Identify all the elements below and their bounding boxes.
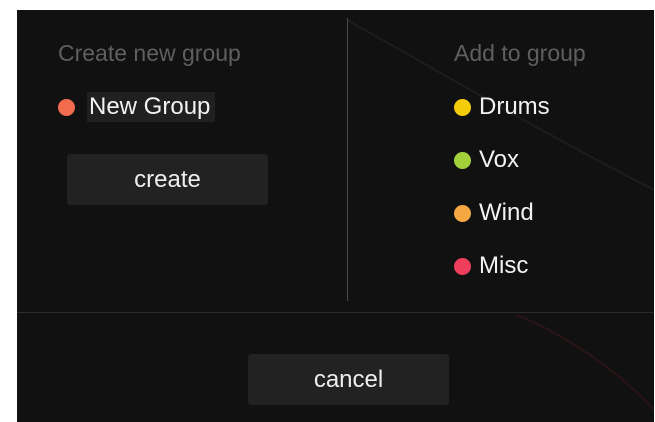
- group-item-vox[interactable]: Vox: [454, 145, 550, 175]
- section-divider: [347, 18, 348, 301]
- group-name-input[interactable]: [87, 92, 215, 122]
- create-button[interactable]: create: [67, 154, 268, 205]
- group-dialog: Create new group create Add to group Dru…: [17, 10, 654, 422]
- add-to-group-heading: Add to group: [454, 40, 586, 66]
- new-group-color-dot-icon[interactable]: [58, 98, 75, 116]
- group-color-dot-icon: [454, 257, 471, 275]
- create-group-heading: Create new group: [58, 40, 241, 66]
- add-to-group-section: Add to group Drums Vox Wind Misc: [349, 10, 654, 302]
- group-color-dot-icon: [454, 151, 471, 169]
- cancel-button[interactable]: cancel: [248, 354, 449, 405]
- group-list: Drums Vox Wind Misc: [454, 92, 550, 304]
- group-item-misc[interactable]: Misc: [454, 251, 550, 281]
- group-color-dot-icon: [454, 98, 471, 116]
- create-group-section: Create new group create: [17, 10, 348, 302]
- group-label: Vox: [479, 146, 520, 173]
- group-label: Wind: [479, 199, 534, 226]
- group-label: Drums: [479, 93, 550, 120]
- group-item-wind[interactable]: Wind: [454, 198, 550, 228]
- group-color-dot-icon: [454, 204, 471, 222]
- new-group-row: [58, 92, 215, 122]
- footer-divider: [17, 312, 654, 313]
- group-label: Misc: [479, 252, 529, 279]
- group-item-drums[interactable]: Drums: [454, 92, 550, 122]
